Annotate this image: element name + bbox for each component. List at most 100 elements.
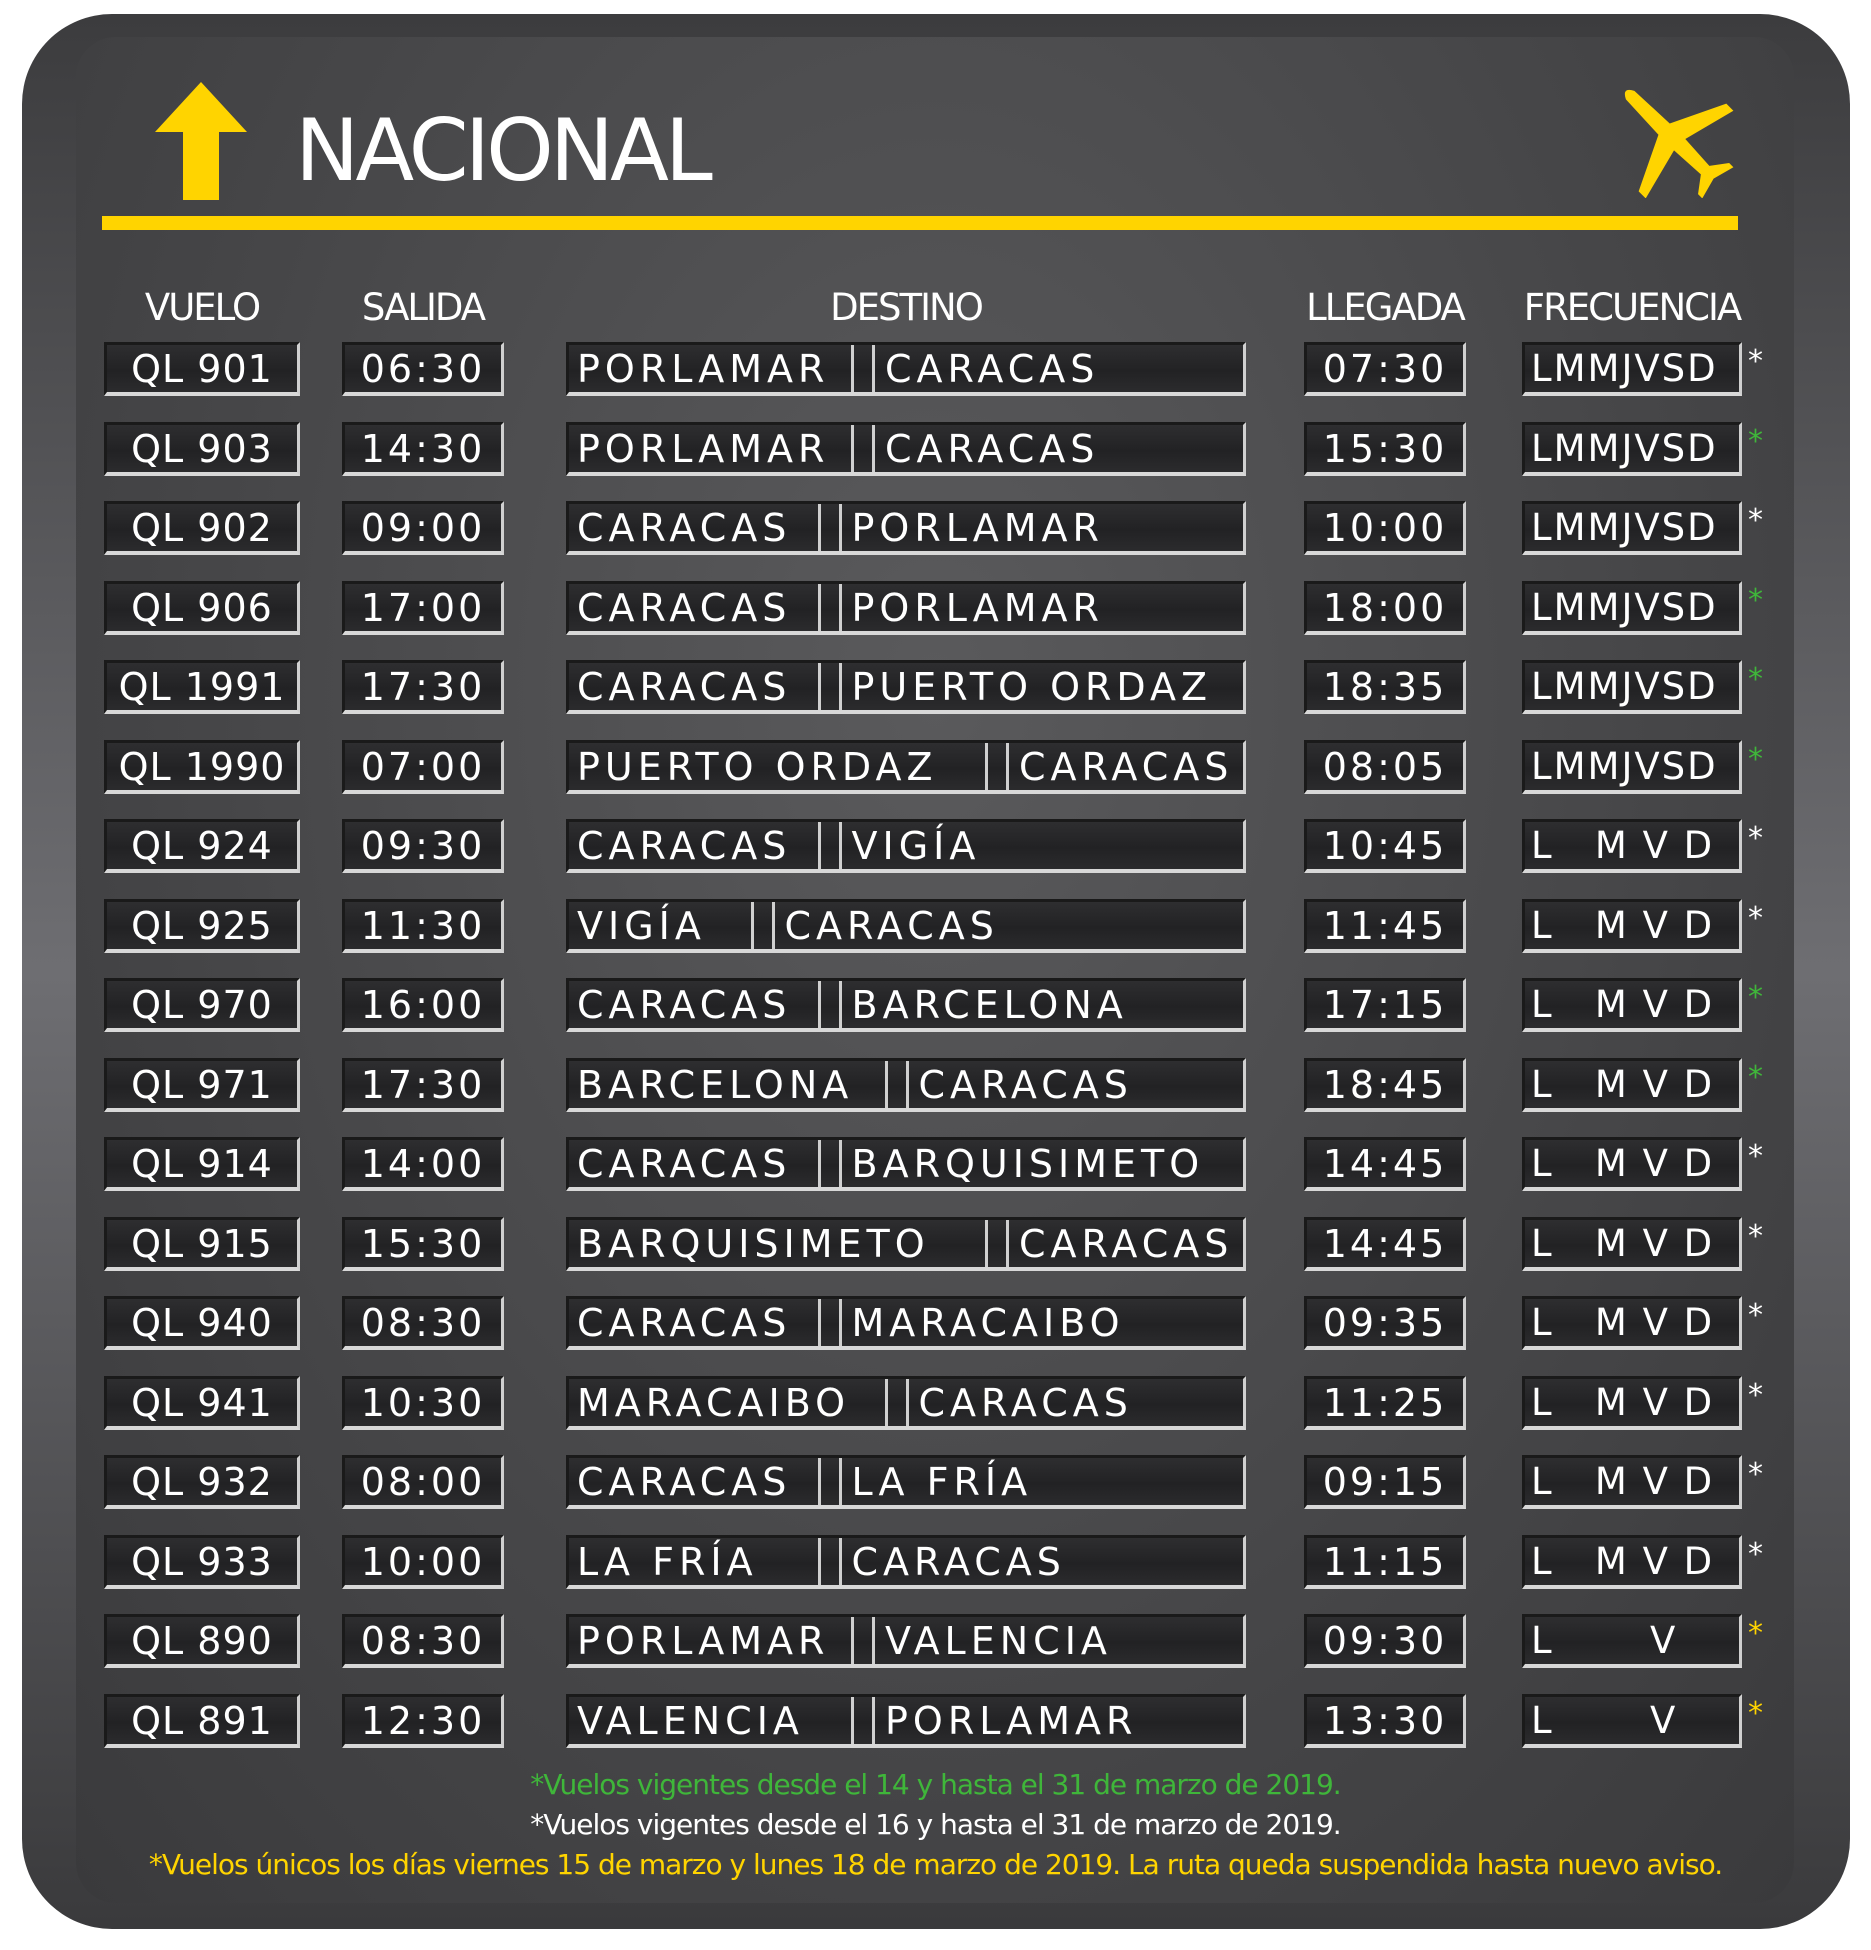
validity-mark: * bbox=[1748, 1139, 1763, 1174]
destination-city: LA FRÍA bbox=[851, 1460, 1033, 1504]
origin-city: VALENCIA bbox=[577, 1698, 804, 1743]
destination-city: MARACAIBO bbox=[851, 1301, 1125, 1345]
frequency-days: L V bbox=[1522, 1693, 1742, 1748]
flight-number: QL 971 bbox=[104, 1057, 300, 1112]
flight-row: QL 915 15:30 BARQUISIMETO CARACAS 14:45 L M V… bbox=[0, 1216, 1871, 1277]
departure-time: 14:30 bbox=[342, 421, 504, 476]
destination-city: BARCELONA bbox=[851, 983, 1128, 1027]
route-box: CARACAS BARCELONA bbox=[566, 978, 1246, 1032]
departure-time: 08:30 bbox=[342, 1296, 504, 1350]
origin-city: MARACAIBO bbox=[577, 1380, 851, 1425]
validity-mark: * bbox=[1748, 1377, 1763, 1413]
route-box: CARACAS BARQUISIMETO bbox=[566, 1137, 1246, 1191]
departure-time: 09:30 bbox=[342, 819, 504, 873]
arrival-time: 13:30 bbox=[1304, 1693, 1466, 1748]
route-separator bbox=[851, 1696, 875, 1744]
flight-row: QL 940 08:30 CARACAS MARACAIBO 09:35 L M V D * bbox=[0, 1296, 1871, 1356]
arrival-time: 08:05 bbox=[1304, 739, 1466, 794]
arrival-time: 17:15 bbox=[1304, 978, 1466, 1032]
flight-number: QL 1990 bbox=[104, 739, 300, 794]
flight-row: QL 932 08:00 CARACAS LA FRÍA 09:15 L M V D * bbox=[0, 1455, 1871, 1515]
frequency-days: L M V D bbox=[1522, 1137, 1742, 1191]
frequency-days: L M V D bbox=[1522, 898, 1742, 953]
frequency-days: L M V D bbox=[1522, 1534, 1742, 1589]
route-separator bbox=[817, 981, 842, 1028]
departure-time: 16:00 bbox=[342, 978, 504, 1032]
footnote: *Vuelos vigentes desde el 14 y hasta el … bbox=[530, 1768, 1341, 1801]
destination-city: CARACAS bbox=[784, 903, 999, 948]
route-box: PORLAMAR CARACAS bbox=[566, 421, 1246, 476]
departure-time: 11:30 bbox=[342, 898, 504, 953]
validity-mark: * bbox=[1748, 1298, 1763, 1333]
departure-time: 14:00 bbox=[342, 1137, 504, 1191]
flight-number: QL 903 bbox=[104, 421, 300, 476]
flight-number: QL 941 bbox=[104, 1375, 300, 1430]
origin-city: CARACAS bbox=[577, 506, 792, 550]
route-separator bbox=[817, 1140, 842, 1187]
validity-mark: * bbox=[1748, 1218, 1763, 1254]
destination-city: VALENCIA bbox=[885, 1619, 1112, 1663]
route-box: PORLAMAR VALENCIA bbox=[566, 1614, 1246, 1668]
destination-city: CARACAS bbox=[918, 1062, 1133, 1107]
route-separator bbox=[817, 504, 842, 551]
destination-city: BARQUISIMETO bbox=[851, 1142, 1205, 1186]
frequency-days: LMMJVSD bbox=[1522, 580, 1742, 635]
route-box: VALENCIA PORLAMAR bbox=[566, 1693, 1246, 1748]
flight-row: QL 890 08:30 PORLAMAR VALENCIA 09:30 L V * bbox=[0, 1614, 1871, 1674]
flight-row: QL 970 16:00 CARACAS BARCELONA 17:15 L M V D * bbox=[0, 978, 1871, 1038]
route-separator bbox=[817, 1299, 842, 1346]
arrival-time: 09:30 bbox=[1304, 1614, 1466, 1668]
arrival-time: 18:35 bbox=[1304, 660, 1466, 714]
destination-city: CARACAS bbox=[1019, 1221, 1234, 1266]
frequency-days: L M V D bbox=[1522, 1057, 1742, 1112]
origin-city: PORLAMAR bbox=[577, 426, 830, 471]
departure-time: 17:30 bbox=[342, 660, 504, 714]
route-box: PORLAMAR CARACAS bbox=[566, 342, 1246, 396]
route-box: PUERTO ORDAZ CARACAS bbox=[566, 739, 1246, 794]
footnote: *Vuelos vigentes desde el 16 y hasta el … bbox=[530, 1808, 1341, 1841]
flight-number: QL 902 bbox=[104, 501, 300, 555]
flight-row: QL 902 09:00 CARACAS PORLAMAR 10:00 LMMJVSD * bbox=[0, 501, 1871, 561]
footnote: *Vuelos únicos los días viernes 15 de ma… bbox=[148, 1848, 1723, 1881]
frequency-days: LMMJVSD bbox=[1522, 660, 1742, 714]
validity-mark: * bbox=[1748, 900, 1763, 936]
validity-mark: * bbox=[1748, 1059, 1763, 1095]
validity-mark: * bbox=[1748, 344, 1763, 379]
column-header-departure: SALIDA bbox=[361, 286, 486, 329]
route-box: VIGÍA CARACAS bbox=[566, 898, 1246, 953]
flight-number: QL 970 bbox=[104, 978, 300, 1032]
origin-city: LA FRÍA bbox=[577, 1539, 758, 1584]
validity-mark: * bbox=[1748, 582, 1763, 618]
flight-row: QL 901 06:30 PORLAMAR CARACAS 07:30 LMMJVSD * bbox=[0, 342, 1871, 402]
flight-row: QL 903 14:30 PORLAMAR CARACAS 15:30 LMMJVSD * bbox=[0, 421, 1871, 482]
destination-city: VIGÍA bbox=[851, 824, 981, 868]
validity-mark: * bbox=[1748, 980, 1763, 1015]
destination-city: CARACAS bbox=[885, 426, 1100, 471]
arrival-time: 18:00 bbox=[1304, 580, 1466, 635]
arrival-time: 11:25 bbox=[1304, 1375, 1466, 1430]
arrival-time: 14:45 bbox=[1304, 1216, 1466, 1271]
departure-time: 17:30 bbox=[342, 1057, 504, 1112]
route-box: CARACAS VIGÍA bbox=[566, 819, 1246, 873]
route-separator bbox=[851, 1617, 875, 1664]
frequency-days: LMMJVSD bbox=[1522, 501, 1742, 555]
column-header-arrival: LLEGADA bbox=[1306, 286, 1466, 329]
validity-mark: * bbox=[1748, 662, 1763, 697]
frequency-days: LMMJVSD bbox=[1522, 739, 1742, 794]
departure-time: 08:00 bbox=[342, 1455, 504, 1509]
frequency-days: L M V D bbox=[1522, 1455, 1742, 1509]
arrow-up-icon bbox=[155, 82, 247, 200]
departure-time: 07:00 bbox=[342, 739, 504, 794]
origin-city: CARACAS bbox=[577, 585, 792, 630]
route-box: BARCELONA CARACAS bbox=[566, 1057, 1246, 1112]
route-separator bbox=[817, 583, 842, 631]
page-title: NACIONAL bbox=[295, 101, 713, 201]
validity-mark: * bbox=[1748, 1457, 1763, 1492]
flight-row: QL 971 17:30 BARCELONA CARACAS 18:45 L M V D * bbox=[0, 1057, 1871, 1118]
departure-time: 10:00 bbox=[342, 1534, 504, 1589]
departure-time: 15:30 bbox=[342, 1216, 504, 1271]
flight-row: QL 933 10:00 LA FRÍA CARACAS 11:15 L M V D * bbox=[0, 1534, 1871, 1595]
flight-row: QL 941 10:30 MARACAIBO CARACAS 11:25 L M V D * bbox=[0, 1375, 1871, 1436]
route-separator bbox=[851, 424, 875, 472]
flight-number: QL 890 bbox=[104, 1614, 300, 1668]
